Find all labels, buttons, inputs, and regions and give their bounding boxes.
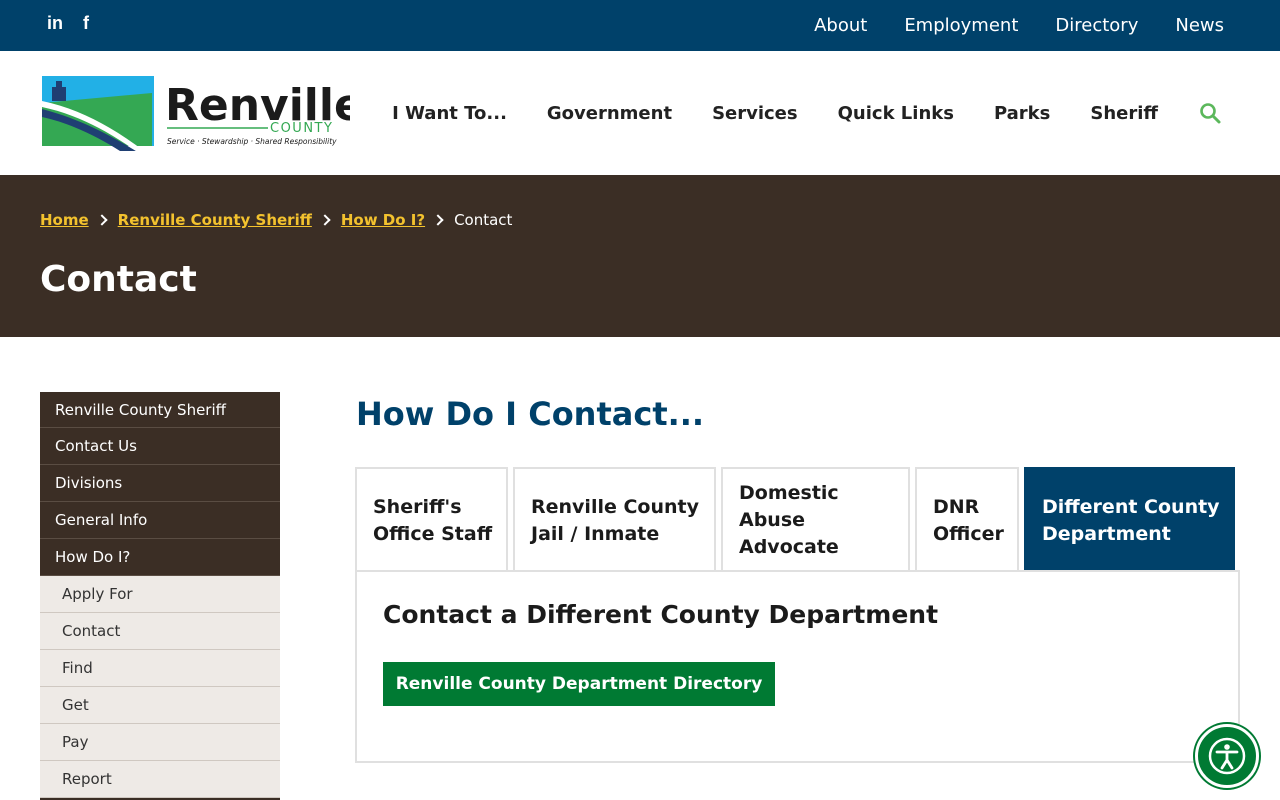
linkedin-icon[interactable]: in bbox=[47, 12, 63, 34]
page-title: Contact bbox=[40, 259, 197, 300]
sidebar-subitem-contact[interactable]: Contact bbox=[40, 613, 280, 650]
nav-services[interactable]: Services bbox=[712, 103, 798, 124]
chevron-right-icon bbox=[96, 214, 108, 226]
panel-title: Contact a Different County Department bbox=[383, 600, 939, 629]
tab-label-line: Sheriff's bbox=[373, 495, 462, 518]
section-heading: How Do I Contact... bbox=[356, 395, 705, 433]
nav-quick-links[interactable]: Quick Links bbox=[838, 103, 954, 124]
breadcrumb: Home Renville County Sheriff How Do I? C… bbox=[40, 211, 512, 229]
tab-label-line: DNR bbox=[933, 495, 980, 518]
tab-label-line: Renville County bbox=[531, 495, 699, 518]
page-banner: Home Renville County Sheriff How Do I? C… bbox=[0, 175, 1280, 337]
department-directory-button[interactable]: Renville County Department Directory bbox=[383, 662, 775, 706]
sidebar-subitem-report[interactable]: Report bbox=[40, 761, 280, 798]
tab-panel: Contact a Different County Department Re… bbox=[355, 570, 1240, 763]
utility-bar: in f About Employment Directory News bbox=[0, 0, 1280, 51]
nav-government[interactable]: Government bbox=[547, 103, 672, 124]
renville-county-logo[interactable]: Renville COUNTY Service · Stewardship · … bbox=[40, 71, 350, 153]
chevron-right-icon bbox=[432, 214, 444, 226]
sidebar-item-contact-us[interactable]: Contact Us bbox=[40, 428, 280, 465]
sidebar-subitem-get[interactable]: Get bbox=[40, 687, 280, 724]
top-link-directory[interactable]: Directory bbox=[1055, 15, 1138, 36]
sidebar-item-general-info[interactable]: General Info bbox=[40, 502, 280, 539]
tab-label-line: Department bbox=[1042, 522, 1171, 545]
main-nav: I Want To... Government Services Quick L… bbox=[392, 51, 1222, 175]
logo-county: COUNTY bbox=[270, 121, 333, 136]
tab-dnr-officer[interactable]: DNR Officer bbox=[915, 467, 1019, 572]
chevron-right-icon bbox=[319, 214, 331, 226]
nav-sheriff[interactable]: Sheriff bbox=[1090, 103, 1158, 124]
logo-tagline: Service · Stewardship · Shared Responsib… bbox=[167, 137, 337, 146]
top-link-news[interactable]: News bbox=[1175, 15, 1224, 36]
sidebar-subitem-find[interactable]: Find bbox=[40, 650, 280, 687]
tab-label-line: Different County bbox=[1042, 495, 1220, 518]
sidebar-subitem-apply-for[interactable]: Apply For bbox=[40, 576, 280, 613]
breadcrumb-current: Contact bbox=[454, 211, 513, 229]
tab-label-line: Abuse bbox=[739, 509, 806, 531]
accessibility-button[interactable] bbox=[1195, 724, 1259, 788]
site-header: Renville COUNTY Service · Stewardship · … bbox=[0, 51, 1280, 175]
tab-domestic-abuse-advocate[interactable]: Domestic Abuse Advocate bbox=[721, 467, 910, 572]
nav-i-want-to[interactable]: I Want To... bbox=[392, 103, 507, 124]
tab-label-line: Office Staff bbox=[373, 522, 493, 545]
accessibility-icon bbox=[1208, 737, 1246, 775]
tab-different-county-department[interactable]: Different County Department bbox=[1024, 467, 1235, 572]
sidebar-item-how-do-i[interactable]: How Do I? bbox=[40, 539, 280, 576]
breadcrumb-home[interactable]: Home bbox=[40, 211, 89, 229]
utility-nav: About Employment Directory News bbox=[814, 0, 1224, 51]
tab-jail-inmate[interactable]: Renville County Jail / Inmate bbox=[513, 467, 716, 572]
top-link-about[interactable]: About bbox=[814, 15, 867, 36]
sidebar-item-renville-county-sheriff[interactable]: Renville County Sheriff bbox=[40, 392, 280, 428]
top-link-employment[interactable]: Employment bbox=[904, 15, 1018, 36]
social-links: in f bbox=[47, 12, 89, 34]
sidebar-item-divisions[interactable]: Divisions bbox=[40, 465, 280, 502]
facebook-icon[interactable]: f bbox=[83, 12, 89, 34]
sidebar-subitem-pay[interactable]: Pay bbox=[40, 724, 280, 761]
search-icon[interactable] bbox=[1198, 101, 1222, 125]
tab-sheriffs-office-staff[interactable]: Sheriff's Office Staff bbox=[355, 467, 508, 572]
tab-label-line: Advocate bbox=[739, 536, 839, 558]
tab-label-line: Jail / Inmate bbox=[531, 522, 660, 545]
breadcrumb-how-do-i[interactable]: How Do I? bbox=[341, 211, 425, 229]
tab-label-line: Domestic bbox=[739, 482, 839, 504]
sidebar-nav: Renville County Sheriff Contact Us Divis… bbox=[40, 392, 280, 800]
breadcrumb-sheriff[interactable]: Renville County Sheriff bbox=[118, 211, 312, 229]
nav-parks[interactable]: Parks bbox=[994, 103, 1050, 124]
tab-label-line: Officer bbox=[933, 522, 1004, 545]
